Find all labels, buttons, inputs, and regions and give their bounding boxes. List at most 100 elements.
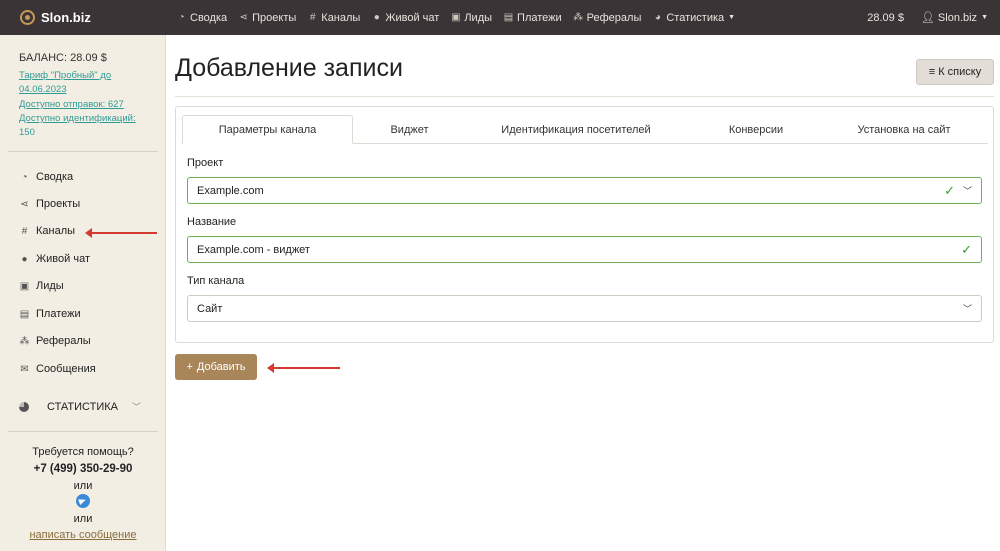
user-icon: 👤︎ bbox=[920, 12, 935, 24]
sidebar-item-messages[interactable]: ✉ Сообщения bbox=[19, 363, 96, 375]
sidebar: БАЛАНС: 28.09 $ Тариф "Пробный" до 04.06… bbox=[0, 35, 166, 551]
sidebar-item-label: Сводка bbox=[36, 171, 74, 183]
tariff-link[interactable]: Тариф "Пробный" до bbox=[19, 70, 111, 81]
hashtag-icon: # bbox=[310, 12, 316, 23]
channel-type-select[interactable]: Сайт ﹀ bbox=[187, 295, 982, 322]
topbar-balance: 28.09 $ bbox=[867, 11, 904, 24]
valid-check-icon: ✓ bbox=[961, 241, 972, 257]
telegram-icon[interactable] bbox=[76, 494, 90, 508]
chevron-down-icon: ﹀ bbox=[131, 402, 141, 412]
sidebar-balance: БАЛАНС: 28.09 $ bbox=[19, 52, 107, 64]
topnav-item-leads[interactable]: ▣ Лиды bbox=[450, 12, 492, 24]
sidebar-item-leads[interactable]: ▣ Лиды bbox=[19, 280, 64, 292]
elephant-logo-icon bbox=[20, 10, 35, 25]
topnav-label: Рефералы bbox=[586, 11, 642, 24]
hashtag-icon: # bbox=[21, 225, 28, 237]
sidebar-item-label: Лиды bbox=[36, 280, 64, 292]
tab-channel-params[interactable]: Параметры канала bbox=[182, 115, 353, 144]
contact-card-icon: ▣ bbox=[19, 280, 30, 292]
topnav-item-referrals[interactable]: ⁂ Рефералы bbox=[573, 11, 642, 24]
sidebar-item-channels[interactable]: # Каналы bbox=[19, 225, 75, 237]
sidebar-item-label: Каналы bbox=[36, 225, 76, 237]
caret-down-icon: ▼ bbox=[981, 14, 988, 21]
chat-icon: ● bbox=[373, 12, 380, 23]
topnav-item-channels[interactable]: # Каналы bbox=[307, 12, 360, 24]
add-button-label: Добавить bbox=[196, 361, 246, 373]
sends-available-link[interactable]: Доступно отправок: 627 bbox=[19, 99, 124, 110]
topnav-label: Платежи bbox=[517, 11, 562, 24]
share-icon: ⋖ bbox=[20, 198, 29, 210]
topnav-label: Каналы bbox=[321, 11, 361, 24]
gauge-icon: ◔ bbox=[21, 171, 28, 183]
tab-site-installation[interactable]: Установка на сайт bbox=[826, 115, 982, 144]
help-title: Требуется помощь? bbox=[32, 446, 134, 458]
back-to-list-button[interactable]: ≡ К списку bbox=[916, 59, 994, 85]
money-icon: ▤ bbox=[503, 12, 514, 23]
sitemap-icon: ⁂ bbox=[573, 12, 584, 23]
list-icon: ≡ bbox=[928, 66, 936, 78]
chat-icon: ● bbox=[21, 253, 28, 265]
sidebar-item-projects[interactable]: ⋖ Проекты bbox=[19, 198, 80, 210]
topnav-item-summary[interactable]: ◔ Сводка bbox=[176, 12, 227, 24]
sitemap-icon: ⁂ bbox=[19, 335, 30, 347]
chevron-down-icon: ﹀ bbox=[962, 304, 972, 314]
caret-down-icon: ▼ bbox=[728, 14, 736, 21]
tab-visitor-identification[interactable]: Идентификация посетителей bbox=[466, 115, 686, 144]
topnav-item-statistics-dropdown[interactable]: ◕ Статистика ▼ bbox=[652, 12, 735, 24]
pie-chart-icon bbox=[19, 401, 29, 412]
valid-check-icon: ✓ bbox=[944, 182, 955, 198]
topnav-label: Лиды bbox=[464, 11, 493, 24]
annotation-arrow bbox=[85, 228, 157, 238]
sidebar-divider bbox=[8, 151, 158, 152]
plus-icon: + bbox=[186, 361, 193, 373]
sidebar-item-label: Рефералы bbox=[36, 335, 91, 347]
top-nav: ◔ Сводка ⋖ Проекты # Каналы ● Живой чат ▣ Лид… bbox=[176, 12, 735, 24]
write-message-link[interactable]: написать сообщение bbox=[0, 529, 166, 541]
topbar-right: 28.09 $ 👤︎ Slon.biz ▼ bbox=[867, 0, 1000, 35]
add-button[interactable]: + Добавить bbox=[175, 354, 257, 380]
tariff-date-link[interactable]: 04.06.2023 bbox=[19, 84, 67, 95]
user-name: Slon.biz bbox=[937, 11, 978, 24]
topnav-item-payments[interactable]: ▤ Платежи bbox=[503, 12, 562, 24]
name-input-value: Example.com - виджет bbox=[197, 243, 310, 256]
back-to-list-label: К списку bbox=[938, 66, 982, 78]
sidebar-item-payments[interactable]: ▤ Платежи bbox=[19, 308, 81, 320]
topnav-item-projects[interactable]: ⋖ Проекты bbox=[238, 12, 296, 24]
name-input[interactable]: Example.com - виджет ✓ bbox=[187, 236, 982, 263]
topnav-label: Живой чат bbox=[385, 11, 440, 24]
sidebar-statistics-toggle[interactable]: СТАТИСТИКА ﹀ bbox=[19, 400, 141, 413]
name-label: Название bbox=[187, 216, 237, 228]
sidebar-item-summary[interactable]: ◔ Сводка bbox=[19, 171, 73, 183]
chevron-down-icon: ﹀ bbox=[962, 186, 972, 196]
brand-name: Slon.biz bbox=[41, 10, 91, 25]
sidebar-item-label: Проекты bbox=[36, 198, 81, 210]
sidebar-statistics-label: СТАТИСТИКА bbox=[47, 400, 118, 413]
tab-conversions[interactable]: Конверсии bbox=[688, 115, 824, 144]
tab-widget[interactable]: Виджет bbox=[356, 115, 463, 144]
identifications-available-link[interactable]: Доступно идентификаций: bbox=[19, 113, 136, 124]
page-title: Добавление записи bbox=[175, 54, 403, 82]
topnav-label: Сводка bbox=[190, 11, 228, 24]
sidebar-item-live-chat[interactable]: ● Живой чат bbox=[19, 253, 90, 265]
support-phone[interactable]: +7 (499) 350-29-90 bbox=[0, 463, 166, 475]
title-divider bbox=[175, 96, 994, 97]
sidebar-item-label: Живой чат bbox=[36, 253, 90, 265]
topnav-label: Статистика bbox=[666, 11, 725, 24]
identifications-count: 150 bbox=[19, 127, 35, 138]
annotation-arrow bbox=[267, 363, 340, 373]
channel-type-value: Сайт bbox=[197, 302, 223, 315]
record-form-card: Параметры канала Виджет Идентификация по… bbox=[175, 106, 994, 343]
contact-card-icon: ▣ bbox=[451, 12, 461, 23]
topnav-label: Проекты bbox=[252, 11, 297, 24]
sidebar-item-referrals[interactable]: ⁂ Рефералы bbox=[19, 335, 91, 347]
topnav-item-live-chat[interactable]: ● Живой чат bbox=[371, 11, 440, 24]
project-select[interactable]: Example.com ✓ ﹀ bbox=[187, 177, 982, 204]
user-menu[interactable]: 👤︎ Slon.biz ▼ bbox=[920, 11, 988, 25]
sidebar-item-label: Сообщения bbox=[36, 363, 96, 375]
envelope-icon: ✉ bbox=[20, 363, 29, 375]
sidebar-divider bbox=[8, 431, 158, 432]
project-select-value: Example.com bbox=[197, 184, 264, 197]
or-text: или bbox=[73, 480, 93, 492]
gauge-icon: ◔ bbox=[178, 12, 185, 23]
brand-link[interactable]: Slon.biz bbox=[0, 10, 176, 25]
